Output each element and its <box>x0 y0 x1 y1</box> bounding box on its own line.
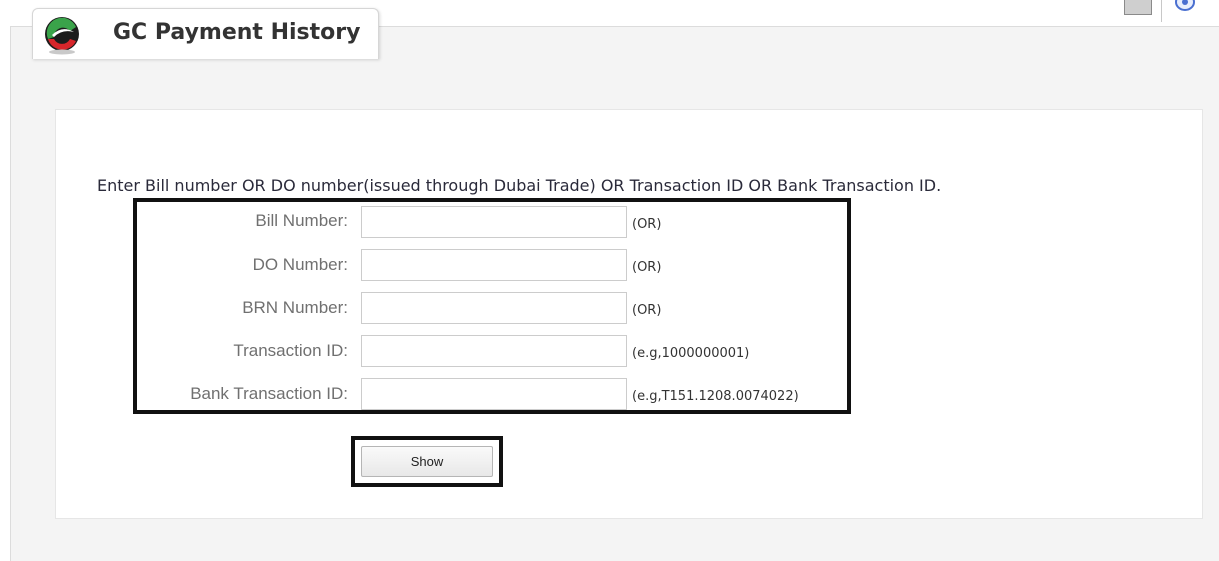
logo-icon <box>45 17 79 55</box>
page-title: GC Payment History <box>113 20 361 45</box>
brn-number-label: BRN Number: <box>242 298 348 317</box>
do-number-hint: (OR) <box>632 260 662 275</box>
view-icon[interactable] <box>1174 0 1196 12</box>
print-icon[interactable] <box>1124 0 1152 15</box>
show-button[interactable]: Show <box>361 446 493 477</box>
bank-transaction-id-label: Bank Transaction ID: <box>190 384 348 403</box>
bank-transaction-id-hint: (e.g,T151.1208.0074022) <box>632 389 799 404</box>
brn-number-hint: (OR) <box>632 303 662 318</box>
bill-number-input[interactable] <box>361 206 627 238</box>
bank-transaction-id-input[interactable] <box>361 378 627 410</box>
transaction-id-label: Transaction ID: <box>233 341 348 360</box>
instruction-text: Enter Bill number OR DO number(issued th… <box>97 176 942 195</box>
transaction-id-hint: (e.g,1000000001) <box>632 346 750 361</box>
bill-number-label: Bill Number: <box>255 211 348 230</box>
do-number-input[interactable] <box>361 249 627 281</box>
transaction-id-input[interactable] <box>361 335 627 367</box>
bill-number-hint: (OR) <box>632 217 662 232</box>
brn-number-input[interactable] <box>361 292 627 324</box>
do-number-label: DO Number: <box>252 255 348 274</box>
toolbar-divider <box>1161 0 1162 22</box>
